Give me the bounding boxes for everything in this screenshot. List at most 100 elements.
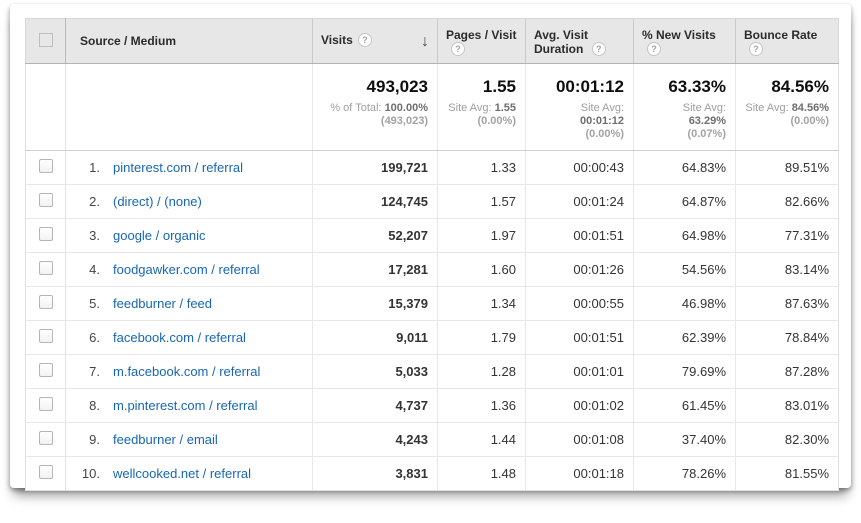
bounce-rate-cell: 81.55% — [736, 457, 839, 491]
row-checkbox[interactable] — [39, 465, 53, 479]
help-icon[interactable]: ? — [358, 33, 372, 47]
column-header-avg-visit-duration[interactable]: Avg. Visit Duration ? — [526, 19, 634, 64]
row-checkbox[interactable] — [39, 227, 53, 241]
new-visits-cell: 64.98% — [634, 219, 736, 253]
row-checkbox[interactable] — [39, 329, 53, 343]
visits-cell: 199,721 — [313, 151, 438, 185]
total-pages-paren: (0.00%) — [447, 115, 516, 128]
totals-spacer-cell — [26, 64, 66, 151]
visits-cell: 4,737 — [313, 389, 438, 423]
pages-visit-cell: 1.44 — [438, 423, 526, 457]
pages-visit-cell: 1.79 — [438, 321, 526, 355]
visits-cell: 4,243 — [313, 423, 438, 457]
total-duration-paren: (0.00%) — [535, 128, 624, 141]
avg-duration-cell: 00:01:08 — [526, 423, 634, 457]
total-bounce-paren: (0.00%) — [745, 115, 829, 128]
column-header-new-visits[interactable]: % New Visits ? — [634, 19, 736, 64]
source-medium-cell: 7. m.facebook.com / referral — [66, 355, 313, 389]
row-checkbox-cell — [26, 321, 66, 355]
row-checkbox-cell — [26, 457, 66, 491]
source-medium-cell: 6.facebook.com / referral — [66, 321, 313, 355]
source-medium-cell: 1.pinterest.com / referral — [66, 151, 313, 185]
new-visits-cell: 37.40% — [634, 423, 736, 457]
bounce-rate-cell: 82.66% — [736, 185, 839, 219]
column-header-visits[interactable]: ↓ Visits? — [313, 19, 438, 64]
total-visits-paren: (493,023) — [322, 115, 428, 128]
help-icon[interactable]: ? — [647, 42, 661, 56]
visits-cell: 5,033 — [313, 355, 438, 389]
table-row: 5.feedburner / feed 15,379 1.34 00:00:55… — [26, 287, 839, 321]
row-checkbox[interactable] — [39, 261, 53, 275]
analytics-report-page: Source / Medium ↓ Visits? Pages / Visit … — [0, 0, 861, 523]
source-medium-link[interactable]: m.facebook.com / referral — [113, 364, 260, 379]
avg-duration-cell: 00:01:26 — [526, 253, 634, 287]
source-medium-cell: 4.foodgawker.com / referral — [66, 253, 313, 287]
row-checkbox[interactable] — [39, 397, 53, 411]
avg-duration-cell: 00:01:01 — [526, 355, 634, 389]
help-icon[interactable]: ? — [451, 42, 465, 56]
source-medium-cell: 8. m.pinterest.com / referral — [66, 389, 313, 423]
avg-duration-cell: 00:01:02 — [526, 389, 634, 423]
source-medium-link[interactable]: facebook.com / referral — [113, 330, 246, 345]
row-index: 9. — [76, 432, 100, 447]
row-checkbox-cell — [26, 423, 66, 457]
pages-visit-cell: 1.57 — [438, 185, 526, 219]
totals-bounce-cell: 84.56% Site Avg: 84.56% (0.00%) — [736, 64, 839, 151]
avg-duration-cell: 00:01:24 — [526, 185, 634, 219]
source-medium-cell: 10.wellcooked.net / referral — [66, 457, 313, 491]
bounce-rate-cell: 82.30% — [736, 423, 839, 457]
source-medium-link[interactable]: feedburner / feed — [113, 296, 212, 311]
pages-visit-cell: 1.97 — [438, 219, 526, 253]
visits-cell: 9,011 — [313, 321, 438, 355]
sort-desc-icon: ↓ — [421, 34, 429, 50]
source-medium-cell: 3.google / organic — [66, 219, 313, 253]
source-medium-cell: 2. (direct) / (none) — [66, 185, 313, 219]
total-bounce-subline: Site Avg: 84.56% — [745, 102, 829, 115]
row-index: 5. — [76, 296, 100, 311]
bounce-rate-header-label: Bounce Rate — [744, 28, 817, 42]
row-index: 8. — [76, 398, 100, 413]
bounce-rate-cell: 87.28% — [736, 355, 839, 389]
row-index: 7. — [76, 364, 100, 379]
visits-header-label: Visits — [321, 33, 353, 47]
source-medium-link[interactable]: feedburner / email — [113, 432, 218, 447]
table-row: 1.pinterest.com / referral 199,721 1.33 … — [26, 151, 839, 185]
source-medium-link[interactable]: google / organic — [113, 228, 206, 243]
new-visits-header-label: % New Visits — [642, 28, 716, 42]
total-duration-subline: Site Avg: 00:01:12 — [535, 102, 624, 128]
source-medium-link[interactable]: pinterest.com / referral — [113, 160, 243, 175]
column-header-pages-visit[interactable]: Pages / Visit ? — [438, 19, 526, 64]
total-new-visits-paren: (0.07%) — [643, 128, 726, 141]
row-checkbox[interactable] — [39, 363, 53, 377]
new-visits-cell: 64.83% — [634, 151, 736, 185]
source-medium-link[interactable]: wellcooked.net / referral — [113, 466, 251, 481]
help-icon[interactable]: ? — [592, 42, 606, 56]
total-visits-value: 493,023 — [322, 77, 428, 97]
help-icon[interactable]: ? — [749, 42, 763, 56]
total-visits-subline: % of Total: 100.00% — [322, 102, 428, 115]
row-checkbox-cell — [26, 287, 66, 321]
totals-source-cell — [66, 64, 313, 151]
row-checkbox[interactable] — [39, 193, 53, 207]
column-header-bounce-rate[interactable]: Bounce Rate ? — [736, 19, 839, 64]
total-pages-value: 1.55 — [447, 77, 516, 97]
row-checkbox[interactable] — [39, 159, 53, 173]
select-all-checkbox[interactable] — [39, 33, 53, 47]
source-medium-link[interactable]: (direct) / (none) — [113, 194, 202, 209]
new-visits-cell: 61.45% — [634, 389, 736, 423]
source-medium-link[interactable]: foodgawker.com / referral — [113, 262, 260, 277]
select-all-header-cell — [26, 19, 66, 64]
avg-duration-header-label: Avg. Visit Duration — [534, 28, 588, 56]
column-header-source-medium[interactable]: Source / Medium — [66, 19, 313, 64]
pages-visit-cell: 1.28 — [438, 355, 526, 389]
total-duration-value: 00:01:12 — [535, 77, 624, 97]
row-checkbox[interactable] — [39, 295, 53, 309]
row-checkbox[interactable] — [39, 431, 53, 445]
table-header-row: Source / Medium ↓ Visits? Pages / Visit … — [26, 19, 839, 64]
row-checkbox-cell — [26, 151, 66, 185]
source-medium-link[interactable]: m.pinterest.com / referral — [113, 398, 258, 413]
totals-duration-cell: 00:01:12 Site Avg: 00:01:12 (0.00%) — [526, 64, 634, 151]
row-checkbox-cell — [26, 389, 66, 423]
row-index: 2. — [76, 194, 100, 209]
table-row: 6.facebook.com / referral 9,011 1.79 00:… — [26, 321, 839, 355]
